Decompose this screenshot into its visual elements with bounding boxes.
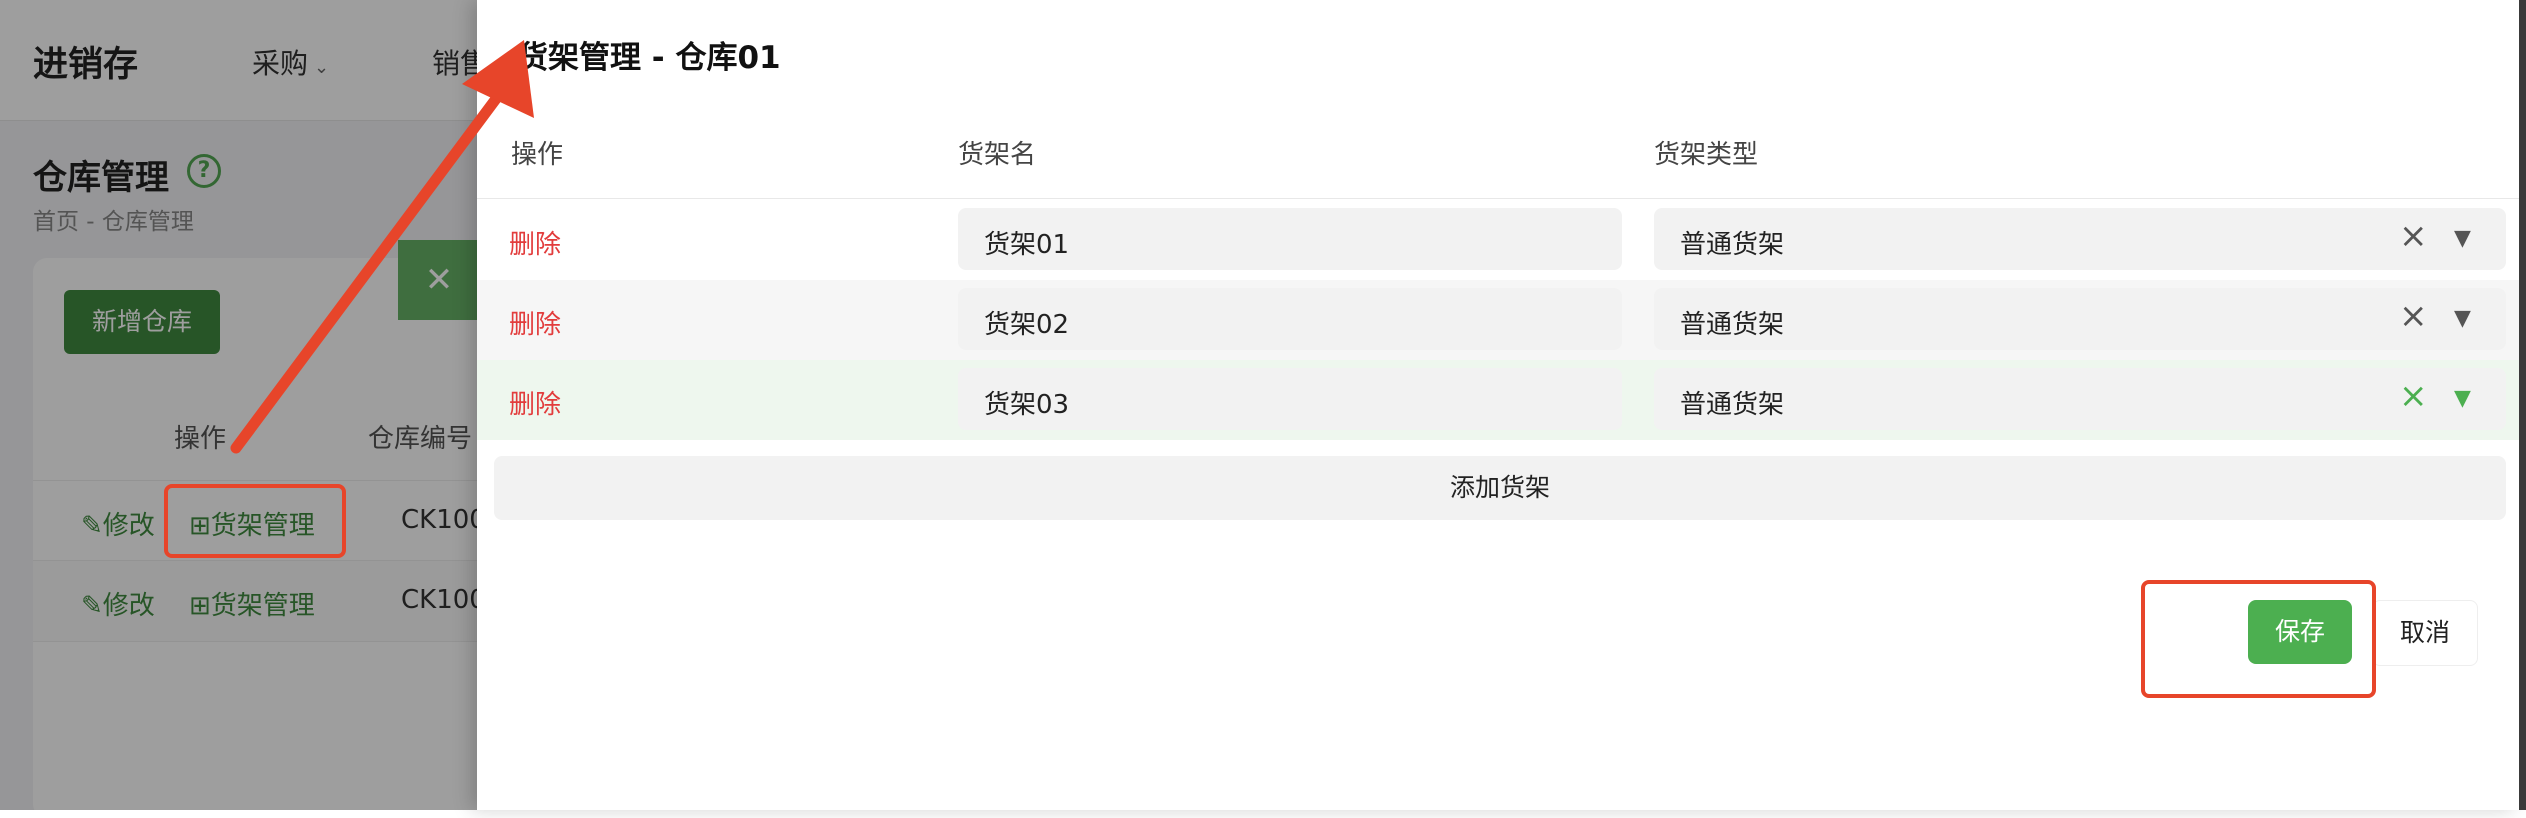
annotation-arrow-icon (230, 40, 534, 454)
